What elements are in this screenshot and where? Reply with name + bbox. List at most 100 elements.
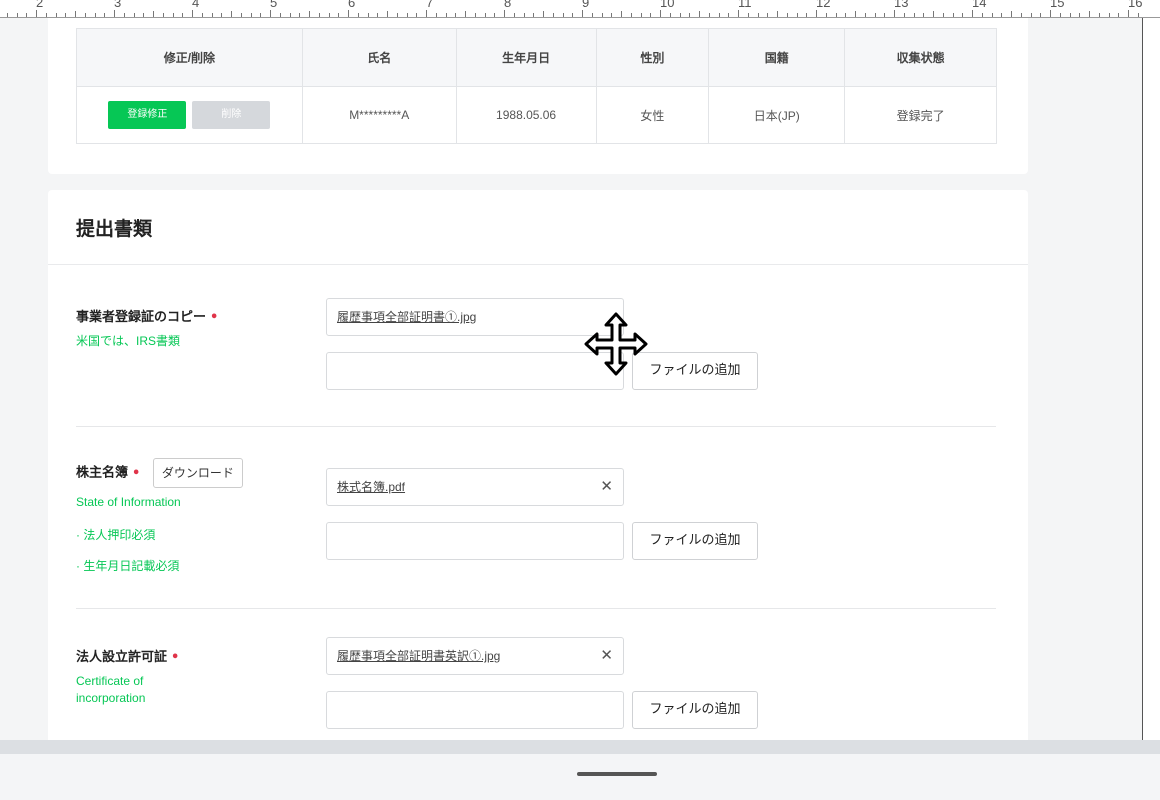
ruler-tick [728,13,730,17]
doc-label-text: 株主名簿 [76,465,129,481]
ruler-tick [348,10,349,17]
ruler-tick [796,13,798,17]
ruler-tick [913,13,915,17]
members-table: 修正/削除 氏名 生年月日 性別 国籍 収集状態 登録修正 削除 M*******… [76,28,997,144]
ruler-tick [640,13,642,17]
doc-sub-note: Certificate of [76,674,144,688]
ruler-tick [396,13,398,17]
ruler-tick [55,13,57,17]
required-mark: • [171,650,180,665]
ruler-tick [874,13,876,17]
drag-handle[interactable] [577,772,657,776]
doc-label-incorporation-certificate: 法人設立許可証 • [76,646,179,665]
ruler-tick [231,11,232,17]
ruler-tick [75,11,76,17]
ruler-tick [894,10,895,17]
ruler-tick [582,10,583,17]
col-header-edit-delete: 修正/削除 [76,28,303,87]
nationality-cell: 日本(JP) [708,86,846,144]
ruler-tick [991,13,993,17]
uploaded-file-name[interactable]: 株式名簿.pdf [337,480,405,494]
ruler-tick [94,13,96,17]
ruler-tick [562,13,564,17]
doc-sub-note: incorporation [76,691,146,705]
ruler-tick [406,13,408,17]
ruler-tick [981,13,983,17]
col-header-nationality: 国籍 [708,28,846,87]
name-cell: M*********A [301,86,457,144]
ruler-tick [777,11,778,17]
ruler-tick [162,13,164,17]
ruler-tick [699,11,700,17]
ruler-tick [270,10,271,17]
ruler-tick [104,13,106,17]
ruler-tick [143,13,145,17]
ruler-tick [36,10,37,17]
ruler-tick [689,13,691,17]
page-area: 修正/削除 氏名 生年月日 性別 国籍 収集状態 登録修正 削除 M*******… [0,18,1142,740]
ruler-tick [299,13,301,17]
ruler-tick [1137,13,1139,17]
ruler-tick [816,10,817,17]
doc-label-text: 法人設立許可証 [76,650,168,665]
ruler-tick [708,13,710,17]
ruler-tick [133,13,135,17]
ruler-number: 8 [504,0,512,10]
ruler-tick [591,13,593,17]
gender-cell: 女性 [595,86,710,144]
ruler-tick [465,11,466,17]
uploaded-file-field[interactable]: 株式名簿.pdf ✕ [326,468,624,506]
ruler-tick [845,13,847,17]
ruler-tick [835,13,837,17]
edit-registration-button[interactable]: 登録修正 [108,101,187,129]
ruler-tick [445,13,447,17]
ruler-tick [1059,13,1061,17]
ruler-tick [367,13,369,17]
ruler-tick [1079,13,1081,17]
ruler-tick [201,13,203,17]
ruler-number: 16 [1128,0,1143,10]
add-file-button[interactable]: ファイルの追加 [632,691,758,729]
documents-card: 提出書類 事業者登録証のコピー • 米国では、IRS書類 履歴事項全部証明書①.j… [48,190,1028,740]
add-file-button[interactable]: ファイルの追加 [632,352,758,390]
uploaded-file-field[interactable]: 履歴事項全部証明書①.jpg [326,298,624,336]
remove-file-icon[interactable]: ✕ [600,469,613,505]
delete-button[interactable]: 削除 [192,101,271,129]
vertical-ruler-strip [1142,18,1160,740]
add-file-button[interactable]: ファイルの追加 [632,522,758,560]
ruler-tick [1040,13,1042,17]
required-mark: • [210,310,219,325]
ruler-tick [455,13,457,17]
uploaded-file-name[interactable]: 履歴事項全部証明書英訳①.jpg [337,649,500,663]
remove-file-icon[interactable]: ✕ [600,638,613,674]
doc-sub-note: · 生年月日記載必須 [76,559,180,573]
ruler-number: 11 [738,0,752,10]
ruler-tick [864,13,866,17]
ruler-tick [289,13,291,17]
required-mark: • [132,465,141,481]
col-header-status: 収集状態 [844,28,997,87]
ruler-tick [952,13,954,17]
file-input-field[interactable] [326,522,624,560]
ruler-tick [16,13,18,17]
ruler-tick [260,13,262,17]
uploaded-file-field[interactable]: 履歴事項全部証明書英訳①.jpg ✕ [326,637,624,675]
ruler-tick [747,13,749,17]
ruler-tick [1098,13,1100,17]
file-input-field[interactable] [326,691,624,729]
table-row: 登録修正 削除 M*********A 1988.05.06 女性 日本(JP) … [76,86,997,144]
section-divider [48,264,1028,265]
ruler-tick [494,13,496,17]
uploaded-file-name[interactable]: 履歴事項全部証明書①.jpg [337,310,476,324]
ruler-tick [123,13,125,17]
ruler-tick [6,13,8,17]
ruler-tick [338,13,340,17]
ruler-tick [543,11,544,17]
download-button[interactable]: ダウンロード [152,458,243,488]
ruler-tick [650,13,652,17]
status-cell: 登録完了 [844,86,997,144]
ruler-tick [718,13,720,17]
file-input-field[interactable] [326,352,624,390]
ruler-number: 14 [972,0,987,10]
ruler-tick [660,10,661,17]
